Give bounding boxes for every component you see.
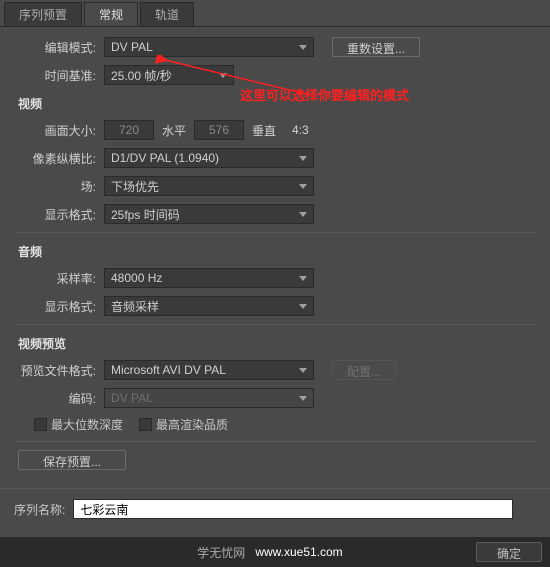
- preview-section-title: 视频预览: [18, 335, 536, 352]
- config-button: 配置...: [332, 360, 396, 380]
- fields-label: 场:: [14, 178, 104, 195]
- horizontal-label: 水平: [154, 122, 194, 139]
- video-display-format-value: 25fps 时间码: [111, 206, 180, 223]
- confirm-button[interactable]: 确定: [476, 542, 542, 562]
- tab-bar: 序列预置 常规 轨道: [0, 0, 550, 27]
- edit-mode-dropdown[interactable]: DV PAL: [104, 37, 314, 57]
- max-bit-depth-label: 最大位数深度: [51, 416, 123, 433]
- audio-section-title: 音频: [18, 243, 536, 260]
- chevron-down-icon: [299, 396, 307, 401]
- watermark-text: 学无忧网: [197, 544, 245, 561]
- timebase-label: 时间基准:: [14, 67, 104, 84]
- codec-value: DV PAL: [111, 391, 153, 405]
- timebase-dropdown[interactable]: 25.00 帧/秒: [104, 65, 234, 85]
- divider: [14, 441, 536, 442]
- video-section-title: 视频: [18, 95, 536, 112]
- max-render-quality-checkbox[interactable]: [139, 418, 152, 431]
- watermark-bar: 学无忧网 www.xue51.com 确定: [0, 537, 550, 567]
- tab-tracks[interactable]: 轨道: [140, 2, 194, 26]
- save-preset-button[interactable]: 保存预置...: [18, 450, 126, 470]
- chevron-down-icon: [299, 276, 307, 281]
- frame-height-input[interactable]: 576: [194, 120, 244, 140]
- sequence-name-label: 序列名称:: [14, 501, 73, 518]
- edit-mode-value: DV PAL: [111, 40, 153, 54]
- timebase-value: 25.00 帧/秒: [111, 67, 172, 84]
- tab-preset[interactable]: 序列预置: [4, 2, 82, 26]
- chevron-down-icon: [299, 45, 307, 50]
- divider: [14, 324, 536, 325]
- chevron-down-icon: [299, 304, 307, 309]
- sample-rate-dropdown[interactable]: 48000 Hz: [104, 268, 314, 288]
- pixel-aspect-value: D1/DV PAL (1.0940): [111, 151, 219, 165]
- video-display-format-dropdown[interactable]: 25fps 时间码: [104, 204, 314, 224]
- chevron-down-icon: [219, 73, 227, 78]
- audio-display-format-value: 音频采样: [111, 298, 159, 315]
- video-display-format-label: 显示格式:: [14, 206, 104, 223]
- pixel-aspect-label: 像素纵横比:: [14, 150, 104, 167]
- divider: [14, 232, 536, 233]
- max-bit-depth-checkbox[interactable]: [34, 418, 47, 431]
- edit-mode-label: 编辑模式:: [14, 39, 104, 56]
- fields-value: 下场优先: [111, 178, 159, 195]
- codec-dropdown: DV PAL: [104, 388, 314, 408]
- preview-file-format-dropdown[interactable]: Microsoft AVI DV PAL: [104, 360, 314, 380]
- chevron-down-icon: [299, 156, 307, 161]
- pixel-aspect-dropdown[interactable]: D1/DV PAL (1.0940): [104, 148, 314, 168]
- audio-display-format-label: 显示格式:: [14, 298, 104, 315]
- fields-dropdown[interactable]: 下场优先: [104, 176, 314, 196]
- reset-button[interactable]: 重数设置...: [332, 37, 420, 57]
- max-render-quality-label: 最高渲染品质: [156, 416, 228, 433]
- frame-size-label: 画面大小:: [14, 122, 104, 139]
- vertical-label: 垂直: [244, 122, 284, 139]
- audio-display-format-dropdown[interactable]: 音频采样: [104, 296, 314, 316]
- watermark-url: www.xue51.com: [255, 545, 342, 559]
- chevron-down-icon: [299, 368, 307, 373]
- codec-label: 编码:: [14, 390, 104, 407]
- aspect-label: 4:3: [284, 123, 317, 137]
- sequence-name-input[interactable]: [73, 499, 513, 519]
- tab-general[interactable]: 常规: [84, 2, 138, 26]
- chevron-down-icon: [299, 212, 307, 217]
- chevron-down-icon: [299, 184, 307, 189]
- general-pane: 编辑模式: DV PAL 重数设置... 时间基准: 25.00 帧/秒 视频 …: [0, 27, 550, 488]
- sample-rate-label: 采样率:: [14, 270, 104, 287]
- frame-width-input[interactable]: 720: [104, 120, 154, 140]
- preview-file-format-value: Microsoft AVI DV PAL: [111, 363, 226, 377]
- sample-rate-value: 48000 Hz: [111, 271, 162, 285]
- preview-file-format-label: 预览文件格式:: [14, 362, 104, 379]
